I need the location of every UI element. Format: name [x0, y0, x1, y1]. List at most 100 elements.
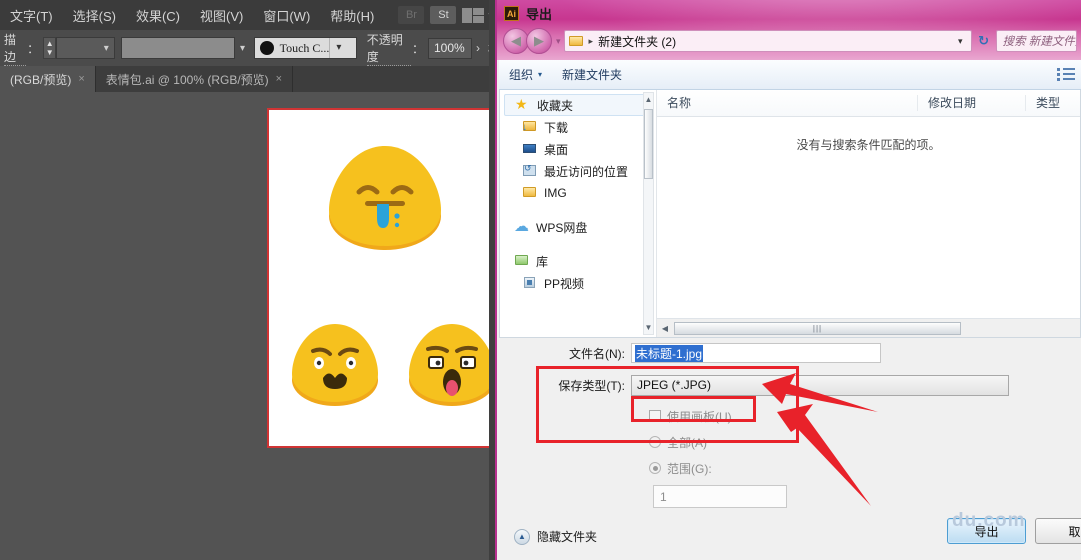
- sidebar-item-pp-video[interactable]: PP视频: [500, 272, 656, 294]
- close-icon[interactable]: ×: [276, 73, 282, 85]
- history-dropdown-icon[interactable]: ▾: [556, 36, 561, 47]
- hide-folders-toggle[interactable]: ▲ 隐藏文件夹: [514, 528, 597, 545]
- menu-item-window[interactable]: 窗口(W): [253, 6, 320, 25]
- chevron-down-icon[interactable]: ▾: [950, 36, 971, 47]
- sidebar-item-label: WPS网盘: [536, 220, 588, 235]
- menu-bar: 文字(T) 选择(S) 效果(C) 视图(V) 窗口(W) 帮助(H) Br S…: [0, 0, 500, 30]
- range-label: 范围(G):: [667, 461, 712, 476]
- cancel-button[interactable]: 取: [1035, 518, 1081, 544]
- filetype-row: 保存类型(T): JPEG (*.JPG): [497, 372, 1081, 398]
- stroke-colon: ：: [27, 41, 40, 56]
- dialog-toolbar: 组织 ▾ 新建文件夹: [499, 60, 1081, 90]
- use-artboards-row[interactable]: 使用画板(U): [649, 405, 1081, 427]
- range-input[interactable]: 1: [653, 485, 787, 508]
- filetype-label: 保存类型(T):: [558, 378, 625, 393]
- chevron-down-icon[interactable]: ▾: [98, 43, 114, 54]
- column-header-date[interactable]: 修改日期: [917, 95, 1025, 111]
- sidebar-item-wps-cloud[interactable]: WPS网盘: [500, 216, 656, 238]
- tab-label: (RGB/预览): [10, 72, 72, 87]
- refresh-icon[interactable]: ↻: [972, 33, 996, 49]
- file-list-horizontal-scrollbar[interactable]: ◀ |||: [657, 318, 1080, 337]
- all-artboards-radio[interactable]: [649, 436, 661, 448]
- control-bar: 描边 ： ▲▼ ▾ ▾ Touch C... ▾ 不透明度 ： 100% › 样: [0, 30, 500, 67]
- shocked-emoji: [409, 324, 495, 406]
- tab-document-2[interactable]: 表情包.ai @ 100% (RGB/预览) ×: [96, 66, 294, 92]
- sidebar-item-favorites[interactable]: 收藏夹: [504, 94, 652, 116]
- opacity-value-field[interactable]: 100%: [428, 37, 472, 59]
- search-input[interactable]: 搜索 新建文件夹 (2): [995, 30, 1077, 52]
- range-radio[interactable]: [649, 462, 661, 474]
- opacity-colon: ：: [411, 41, 424, 56]
- stock-icon[interactable]: St: [430, 6, 457, 24]
- empty-list-message: 没有与搜索条件匹配的项。: [796, 138, 941, 152]
- export-form: 文件名(N): 未标题-1.jpg 保存类型(T): JPEG (*.JPG) …: [497, 340, 1081, 520]
- stroke-profile-swatch[interactable]: [120, 37, 236, 59]
- chevron-down-icon[interactable]: ▾: [235, 43, 250, 54]
- navigation-row: ◀ ▶ ▾ ▸ 新建文件夹 (2) ▾ ↻ 搜索 新建文件夹 (2): [497, 26, 1081, 56]
- tab-label: 表情包.ai @ 100% (RGB/预览): [105, 72, 269, 87]
- dialog-title: 导出: [526, 7, 553, 22]
- scroll-down-icon[interactable]: ▼: [644, 321, 653, 334]
- close-icon[interactable]: ×: [78, 73, 84, 85]
- use-artboards-label: 使用画板(U): [667, 409, 732, 424]
- file-list-pane[interactable]: 名称 修改日期 类型 没有与搜索条件匹配的项。 ◀ |||: [657, 90, 1080, 337]
- stroke-label: 描边: [4, 31, 27, 66]
- scroll-up-icon[interactable]: ▲: [644, 93, 653, 106]
- sidebar-item-libraries[interactable]: 库: [500, 250, 656, 272]
- menu-item-view[interactable]: 视图(V): [190, 6, 253, 25]
- tab-document-1[interactable]: (RGB/预览) ×: [0, 66, 96, 92]
- range-row[interactable]: 范围(G):: [649, 457, 1081, 479]
- address-bar[interactable]: ▸ 新建文件夹 (2) ▾: [563, 30, 972, 52]
- illustrator-app-icon: Ai: [504, 6, 519, 21]
- column-header-row: 名称 修改日期 类型: [657, 90, 1080, 117]
- filename-value: 未标题-1.jpg: [635, 344, 704, 362]
- desktop-icon: [522, 142, 538, 156]
- stroke-weight-field[interactable]: ▾: [56, 37, 116, 59]
- brush-definition-field[interactable]: Touch C... ▾: [253, 37, 358, 59]
- scrollbar-thumb[interactable]: [644, 109, 653, 179]
- artboard[interactable]: [267, 108, 495, 448]
- scroll-left-icon[interactable]: ◀: [657, 324, 673, 333]
- filename-label: 文件名(N):: [569, 346, 625, 361]
- view-mode-icon[interactable]: [1057, 67, 1076, 82]
- filename-input[interactable]: 未标题-1.jpg: [631, 343, 881, 363]
- sidebar-item-recent-places[interactable]: 最近访问的位置: [500, 160, 656, 182]
- scrollbar-thumb[interactable]: |||: [674, 321, 961, 335]
- breadcrumb[interactable]: 新建文件夹 (2): [598, 33, 950, 50]
- stroke-weight-stepper[interactable]: ▲ ▼: [43, 37, 57, 59]
- menu-item-select[interactable]: 选择(S): [63, 6, 126, 25]
- organize-label: 组织: [509, 68, 534, 82]
- column-header-name[interactable]: 名称: [657, 95, 917, 111]
- all-artboards-row[interactable]: 全部(A): [649, 431, 1081, 453]
- menu-item-text[interactable]: 文字(T): [0, 6, 63, 25]
- search-placeholder: 搜索 新建文件夹 (2): [1002, 36, 1076, 48]
- use-artboards-checkbox[interactable]: [649, 410, 661, 422]
- breadcrumb-arrow-icon: ▸: [588, 35, 594, 46]
- export-button[interactable]: 导出: [947, 518, 1026, 544]
- organize-button[interactable]: 组织 ▾: [499, 66, 552, 83]
- document-tab-bar: (RGB/预览) × 表情包.ai @ 100% (RGB/预览) ×: [0, 66, 500, 92]
- menu-item-effect[interactable]: 效果(C): [126, 6, 190, 25]
- sidebar-item-label: 下载: [544, 120, 569, 135]
- sidebar-item-label: 桌面: [544, 142, 569, 157]
- bridge-icon[interactable]: Br: [398, 6, 425, 24]
- filename-row: 文件名(N): 未标题-1.jpg: [497, 340, 1081, 366]
- chevron-up-icon: ▲: [514, 528, 530, 545]
- opacity-label: 不透明度: [366, 31, 411, 66]
- forward-button[interactable]: ▶: [526, 28, 552, 54]
- workspace-grid-icon: [462, 7, 485, 23]
- star-icon: [515, 96, 531, 113]
- column-header-type[interactable]: 类型: [1025, 95, 1075, 111]
- new-folder-button[interactable]: 新建文件夹: [552, 66, 632, 83]
- sidebar-item-img[interactable]: IMG: [500, 182, 656, 204]
- navigation-pane-scrollbar[interactable]: ▲ ▼: [643, 92, 654, 335]
- filetype-select[interactable]: JPEG (*.JPG): [631, 374, 1009, 396]
- sidebar-item-label: PP视频: [544, 276, 585, 291]
- chevron-down-icon[interactable]: ▾: [329, 38, 347, 58]
- menu-item-help[interactable]: 帮助(H): [320, 6, 384, 25]
- sidebar-item-downloads[interactable]: 下载: [500, 116, 656, 138]
- sidebar-item-desktop[interactable]: 桌面: [500, 138, 656, 160]
- sidebar-item-label: 库: [536, 254, 549, 269]
- opacity-expand-icon[interactable]: ›: [476, 41, 480, 55]
